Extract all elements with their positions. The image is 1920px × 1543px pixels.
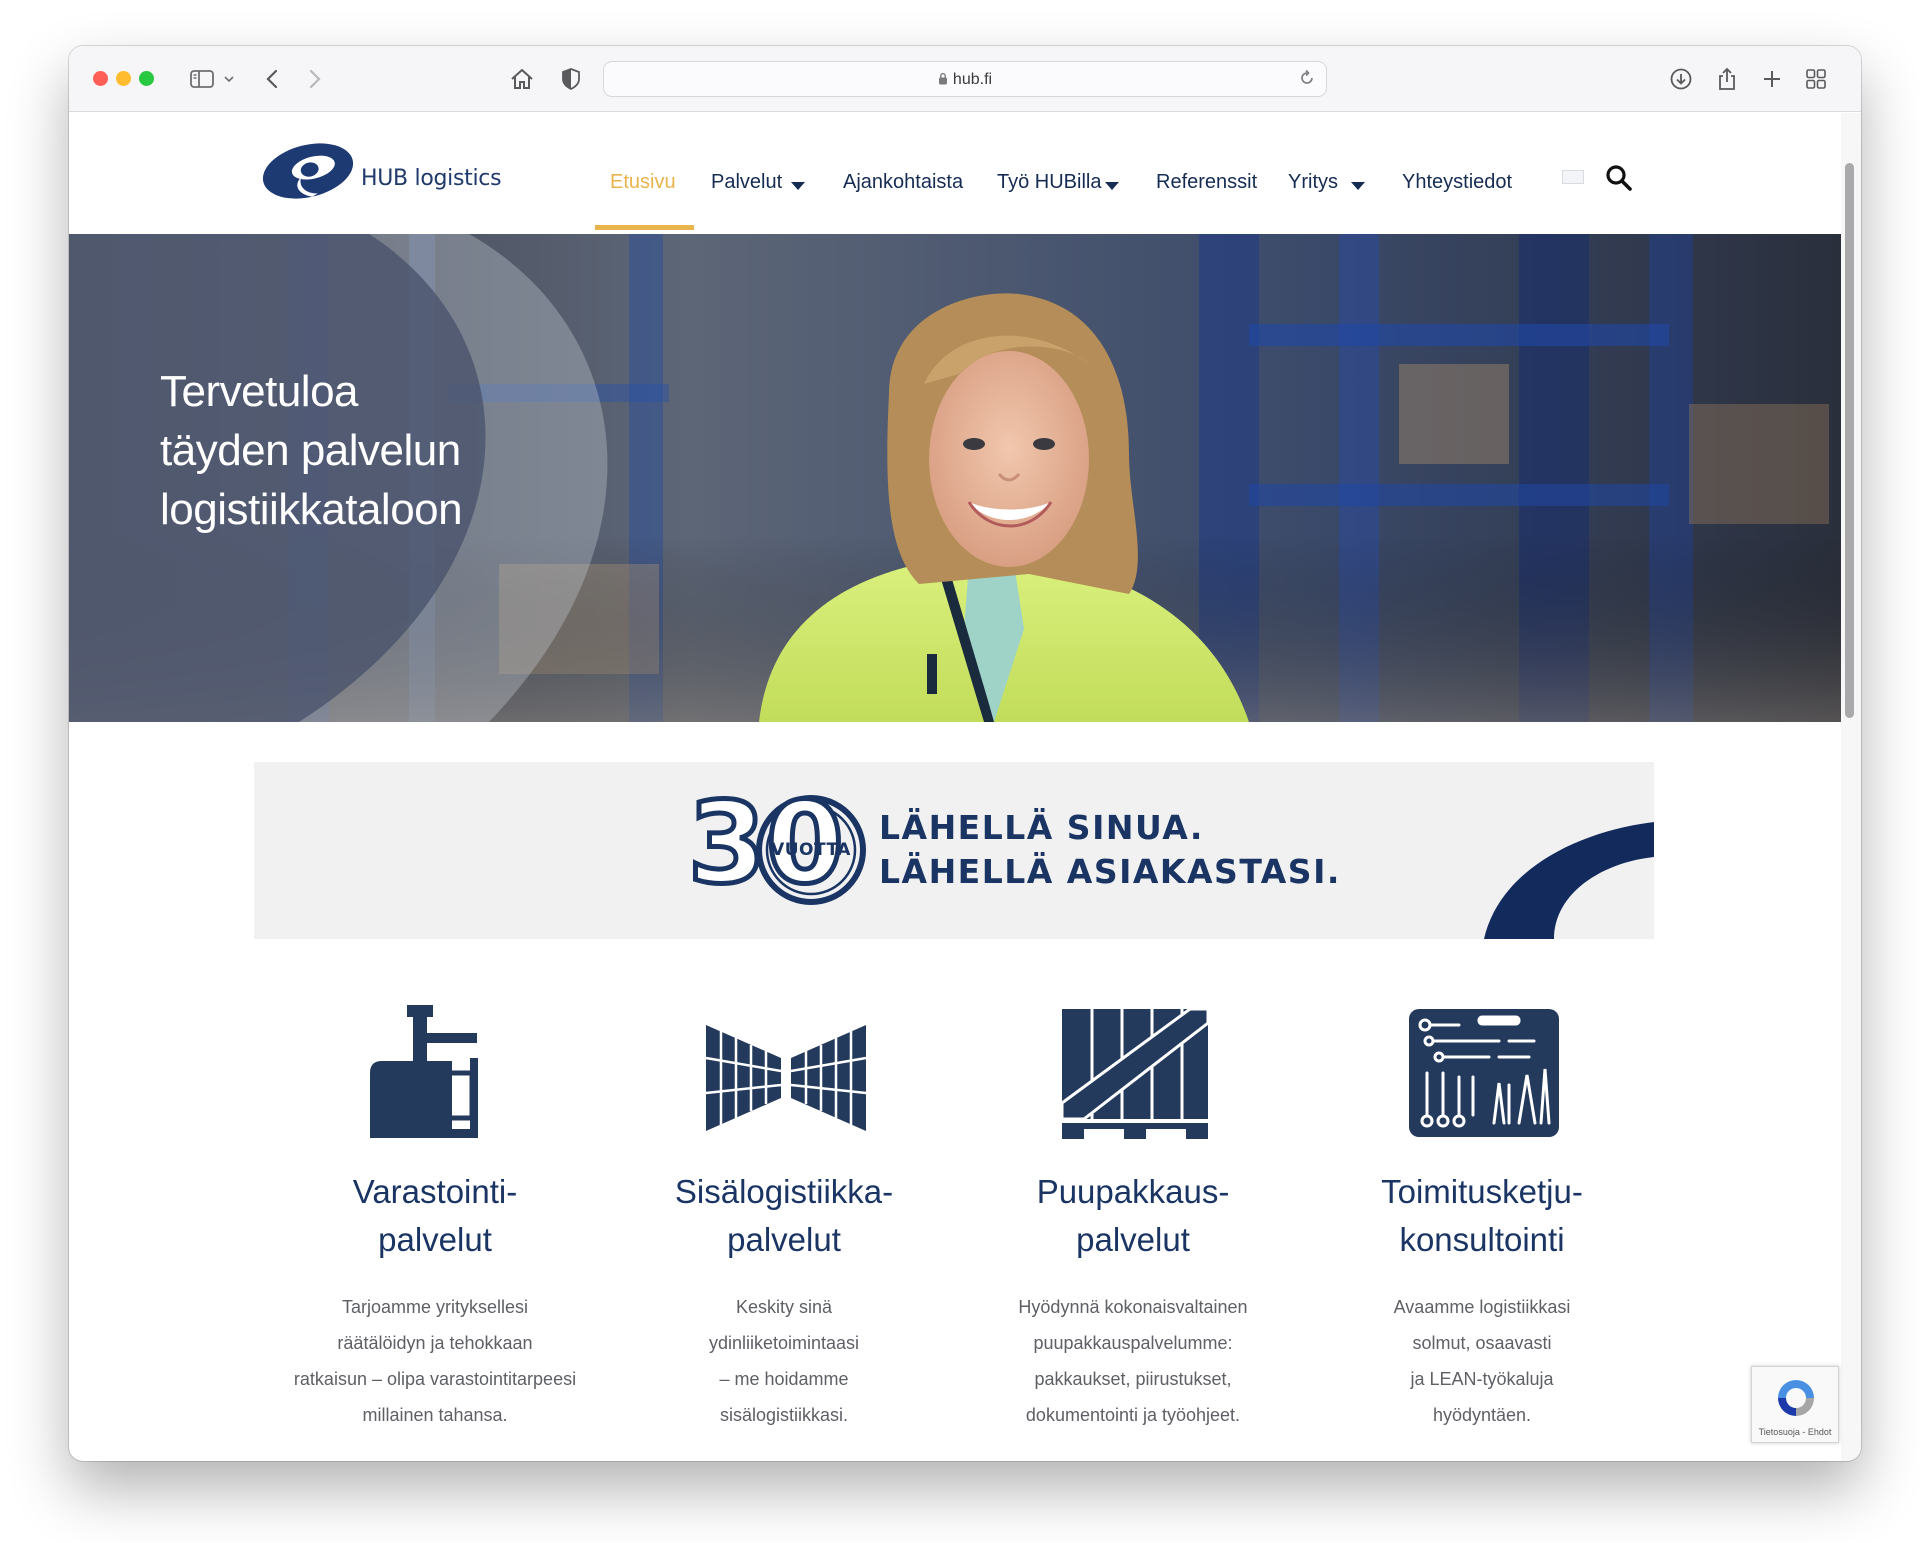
close-window-button[interactable] <box>93 71 108 86</box>
active-nav-indicator <box>595 225 694 230</box>
url-text: hub.fi <box>604 71 1326 89</box>
tab-overview-icon[interactable] <box>1801 64 1831 94</box>
hero-title: Tervetuloa täyden palvelun logistiikkata… <box>160 362 463 539</box>
chevron-down-icon[interactable] <box>222 64 236 94</box>
nav-referenssit[interactable]: Referenssit <box>1156 171 1257 194</box>
toolbox-icon <box>1409 1009 1559 1137</box>
service-title[interactable]: Varastointi- palvelut <box>270 1168 600 1264</box>
logo-text[interactable]: HUB logistics <box>361 166 502 191</box>
nav-yritys[interactable]: Yritys <box>1288 171 1338 194</box>
site-header: HUB logistics Etusivu Palvelut Ajankohta… <box>69 113 1841 234</box>
back-arrow-icon[interactable] <box>260 64 284 94</box>
service-desc-line: – me hoidamme <box>719 1369 849 1389</box>
yritys-caret-icon[interactable] <box>1351 182 1365 190</box>
privacy-shield-icon[interactable] <box>556 64 586 94</box>
banner-line-2: LÄHELLÄ ASIAKASTASI. <box>879 852 1341 891</box>
browser-window: hub.fi HUB logistics Etusivu Palvelut Aj… <box>69 46 1861 1461</box>
banner-line-1: LÄHELLÄ SINUA. <box>879 808 1204 847</box>
service-desc-line: sisälogistiikkasi. <box>719 1405 849 1425</box>
language-flag-icon[interactable] <box>1562 170 1584 184</box>
service-desc-line: solmut, osaavasti <box>1412 1333 1552 1353</box>
service-title-line[interactable]: palvelut <box>619 1216 949 1264</box>
hero-title-line-2: täyden palvelun <box>160 426 461 475</box>
scrollbar-thumb[interactable] <box>1845 163 1854 718</box>
service-title-line[interactable]: palvelut <box>968 1216 1298 1264</box>
anniversary-graphic <box>756 795 1654 939</box>
service-desc-line: Tarjoamme yrityksellesi <box>341 1297 529 1317</box>
service-desc-line: räätälöidyn ja tehokkaan <box>337 1333 533 1353</box>
forward-arrow-icon[interactable] <box>303 64 327 94</box>
service-desc-line: hyödyntäen. <box>1432 1405 1532 1425</box>
service-title[interactable]: Sisälogistiikka- palvelut <box>619 1168 949 1264</box>
nav-etusivu[interactable]: Etusivu <box>610 171 676 194</box>
hero-title-line-1: Tervetuloa <box>160 367 359 416</box>
service-description: Keskity sinä ydinliiketoimintaasi – me h… <box>619 1289 949 1433</box>
service-title-line[interactable]: Varastointi- <box>270 1168 600 1216</box>
hero-title-line-3: logistiikkataloon <box>160 485 463 534</box>
recaptcha-links[interactable]: Tietosuoja - Ehdot <box>1752 1427 1838 1437</box>
service-desc-line: ja LEAN-työkaluja <box>1410 1369 1554 1389</box>
service-description: Tarjoamme yrityksellesi räätälöidyn ja t… <box>270 1289 600 1433</box>
nav-tyo-hubilla[interactable]: Työ HUBilla <box>997 171 1101 194</box>
nav-palvelut[interactable]: Palvelut <box>711 171 782 194</box>
browser-toolbar: hub.fi <box>69 46 1861 112</box>
address-bar[interactable]: hub.fi <box>603 61 1327 97</box>
downloads-icon[interactable] <box>1666 64 1696 94</box>
anniversary-years-label: VUOTTA <box>771 840 851 860</box>
recaptcha-icon <box>1778 1380 1814 1416</box>
share-icon[interactable] <box>1712 64 1742 94</box>
warehouse-shelves-icon <box>705 1025 867 1131</box>
tyo-hubilla-caret-icon[interactable] <box>1105 182 1119 190</box>
service-desc-line: ratkaisun – olipa varastointitarpeesi <box>293 1369 577 1389</box>
new-tab-plus-icon[interactable] <box>1757 64 1787 94</box>
service-title[interactable]: Puupakkaus- palvelut <box>968 1168 1298 1264</box>
service-desc-line: Avaamme logistiikkasi <box>1393 1297 1571 1317</box>
zoom-window-button[interactable] <box>139 71 154 86</box>
service-desc-line: Keskity sinä <box>735 1297 833 1317</box>
service-desc-line: pakkaukset, piirustukset, <box>1034 1369 1232 1389</box>
service-desc-line: puupakkauspalvelumme: <box>1033 1333 1233 1353</box>
wooden-crate-icon <box>1060 1007 1210 1139</box>
anniversary-banner[interactable]: 30 VUOTTA LÄHELLÄ SINUA. LÄHELLÄ ASIAKAS… <box>254 762 1654 939</box>
service-title-line[interactable]: Sisälogistiikka- <box>619 1168 949 1216</box>
home-icon[interactable] <box>507 64 537 94</box>
service-desc-line: dokumentointi ja työohjeet. <box>1025 1405 1241 1425</box>
service-desc-line: ydinliiketoimintaasi <box>708 1333 860 1353</box>
service-desc-line: Hyödynnä kokonaisvaltainen <box>1018 1297 1248 1317</box>
search-icon[interactable] <box>1605 164 1633 192</box>
service-title-line[interactable]: Puupakkaus- <box>968 1168 1298 1216</box>
service-title[interactable]: Toimitusketju- konsultointi <box>1317 1168 1647 1264</box>
service-description: Avaamme logistiikkasi solmut, osaavasti … <box>1317 1289 1647 1433</box>
reload-icon[interactable] <box>1298 69 1316 92</box>
service-title-line[interactable]: palvelut <box>270 1216 600 1264</box>
lock-icon <box>938 72 947 85</box>
recaptcha-badge[interactable]: Tietosuoja - Ehdot <box>1751 1366 1839 1443</box>
sidebar-icon[interactable] <box>187 64 217 94</box>
reach-truck-icon <box>370 1005 478 1138</box>
hero-banner: Tervetuloa täyden palvelun logistiikkata… <box>69 234 1841 722</box>
palvelut-caret-icon[interactable] <box>791 182 805 190</box>
url-label: hub.fi <box>952 71 993 88</box>
minimize-window-button[interactable] <box>116 71 131 86</box>
service-description: Hyödynnä kokonaisvaltainen puupakkauspal… <box>968 1289 1298 1433</box>
service-title-line[interactable]: konsultointi <box>1317 1216 1647 1264</box>
service-desc-line: millainen tahansa. <box>362 1405 508 1425</box>
service-title-line[interactable]: Toimitusketju- <box>1317 1168 1647 1216</box>
nav-ajankohtaista[interactable]: Ajankohtaista <box>843 171 963 194</box>
nav-yhteystiedot[interactable]: Yhteystiedot <box>1402 171 1512 194</box>
